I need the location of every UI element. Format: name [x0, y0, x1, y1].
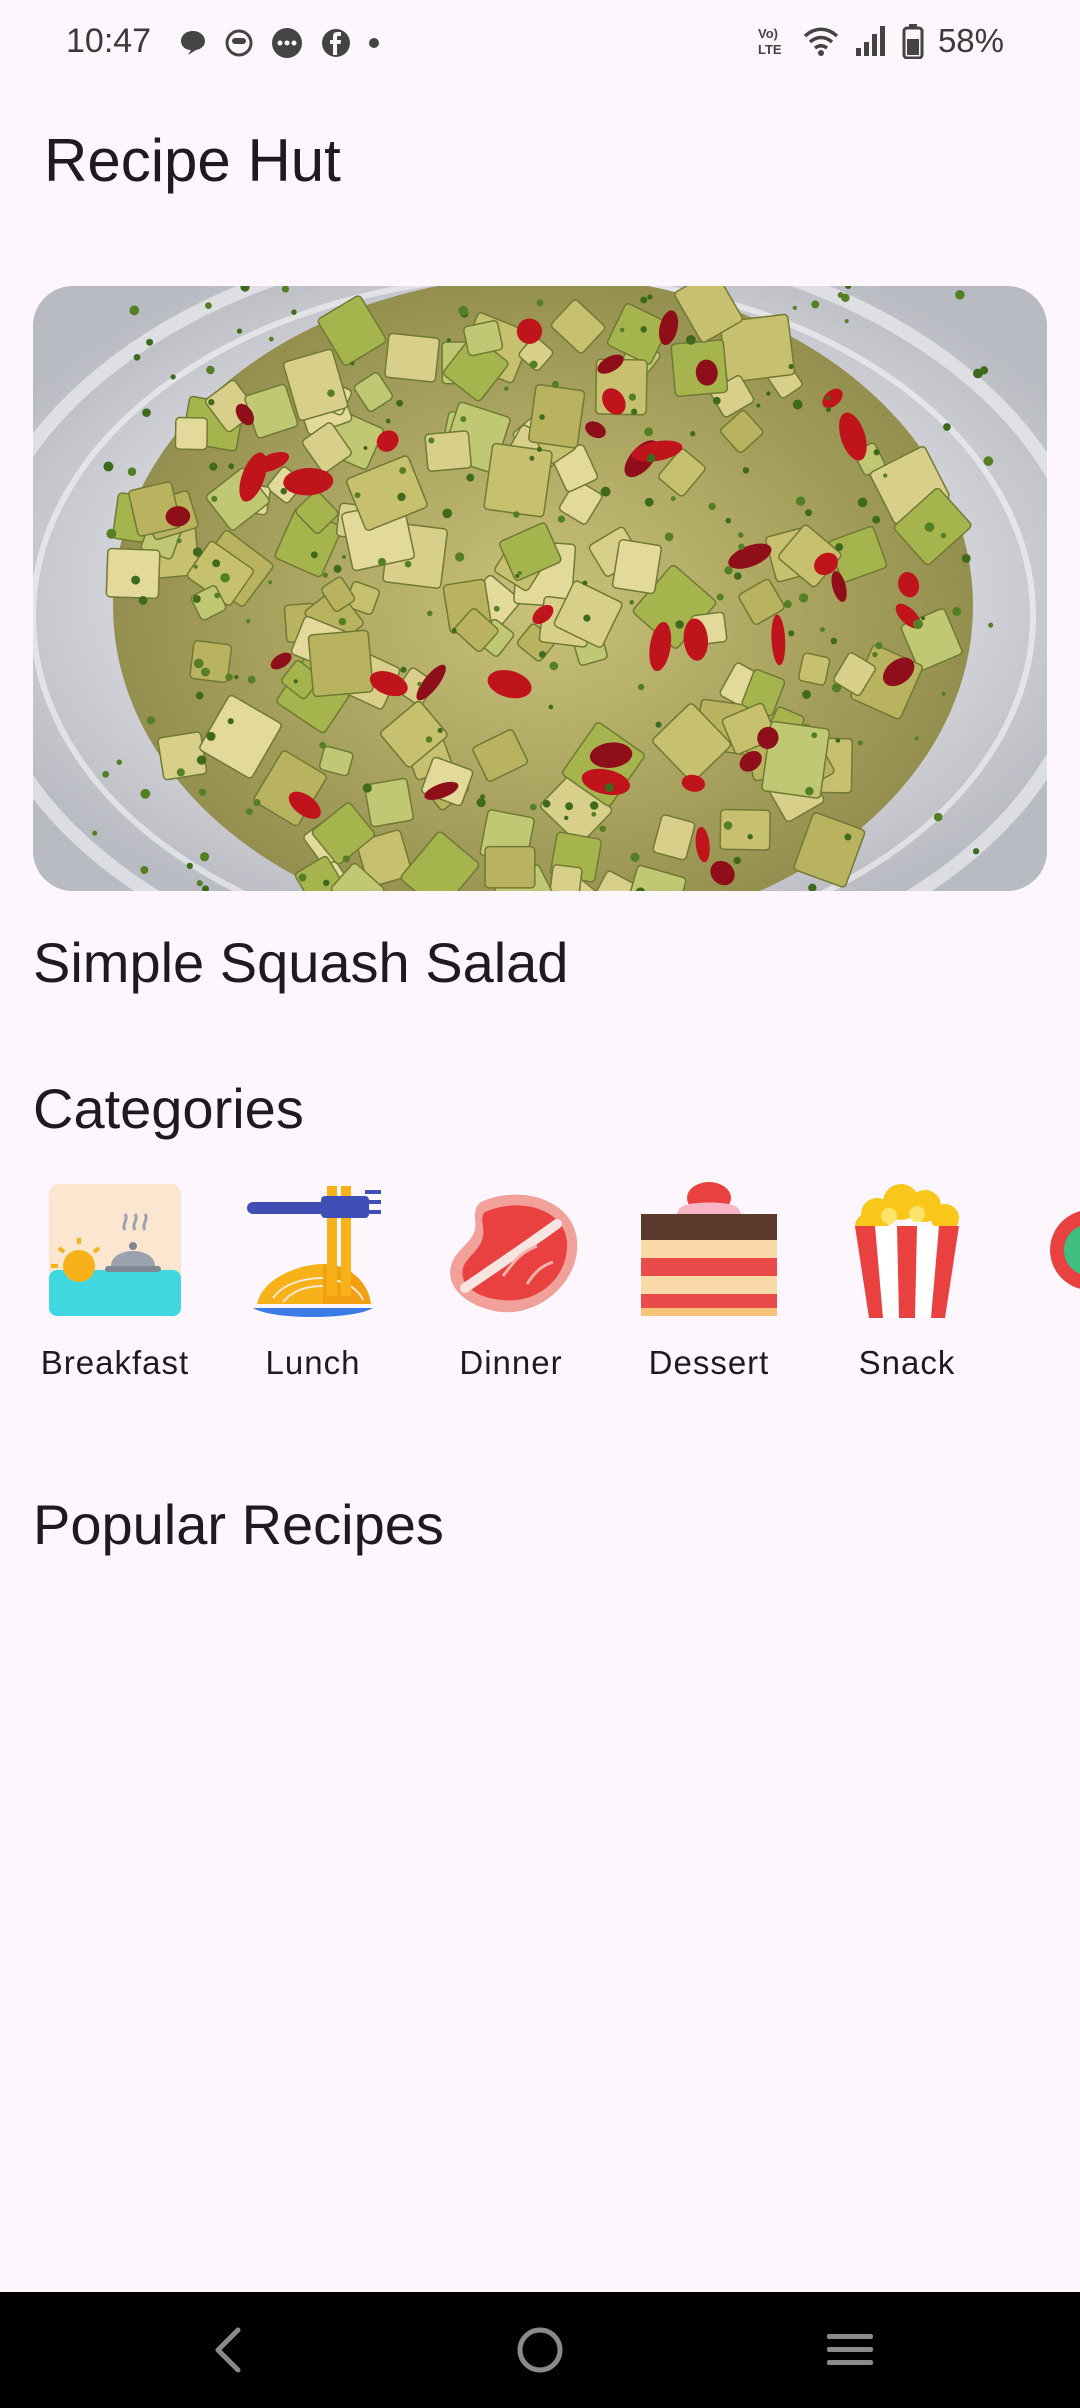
battery-icon: [902, 24, 924, 59]
battery-percent: 58%: [937, 22, 1004, 59]
category-label: Lunch: [265, 1344, 361, 1381]
partial-category-icon: [1050, 1211, 1080, 1289]
system-nav-bar: [0, 2292, 1080, 2408]
cake-icon: [641, 1182, 777, 1316]
back-icon: [215, 2327, 241, 2373]
messages-icon: [272, 28, 302, 58]
category-more[interactable]: [1020, 1180, 1080, 1320]
recents-icon: [827, 2334, 873, 2365]
back-button[interactable]: [178, 2312, 278, 2388]
featured-recipe-card[interactable]: [33, 286, 1047, 891]
category-snack[interactable]: Snack: [812, 1180, 1002, 1382]
status-bar: 10:47 Vo) LTE 58%: [0, 0, 1080, 88]
system-status: Vo) LTE 58%: [756, 22, 1004, 60]
home-icon: [517, 2327, 563, 2373]
steak-icon: [450, 1194, 578, 1313]
category-breakfast[interactable]: Breakfast: [20, 1180, 210, 1382]
popular-recipes-heading: Popular Recipes: [33, 1493, 444, 1556]
volte-icon: Vo) LTE: [758, 26, 782, 57]
home-button[interactable]: [490, 2312, 590, 2388]
breakfast-icon: [49, 1184, 181, 1316]
squash-salad-photo: [33, 286, 1047, 891]
category-dinner[interactable]: Dinner: [416, 1180, 606, 1382]
category-label: Breakfast: [40, 1344, 190, 1381]
wifi-icon: [803, 27, 839, 56]
popcorn-icon: [855, 1184, 959, 1318]
category-label: Dessert: [648, 1344, 770, 1381]
svg-text:Vo): Vo): [758, 26, 778, 41]
more-dot-icon: [369, 38, 379, 48]
notification-icons: [178, 26, 380, 60]
category-lunch[interactable]: Lunch: [218, 1180, 408, 1382]
app-title: Recipe Hut: [44, 127, 341, 194]
noodles-icon: [247, 1186, 381, 1317]
category-dessert[interactable]: Dessert: [614, 1180, 804, 1382]
category-label: Snack: [858, 1344, 956, 1381]
categories-heading: Categories: [33, 1077, 304, 1140]
chat-bubble-icon: [181, 31, 205, 55]
status-time: 10:47: [66, 22, 152, 60]
svg-text:LTE: LTE: [758, 42, 782, 57]
category-label: Dinner: [459, 1344, 563, 1381]
recents-button[interactable]: [800, 2312, 900, 2388]
featured-recipe-title[interactable]: Simple Squash Salad: [33, 930, 568, 995]
categories-list[interactable]: Breakfast Lunch Dinner Dessert Snack: [0, 1180, 1080, 1400]
messenger-face-icon: [225, 29, 253, 57]
facebook-icon: [322, 29, 350, 57]
signal-icon: [855, 26, 885, 56]
